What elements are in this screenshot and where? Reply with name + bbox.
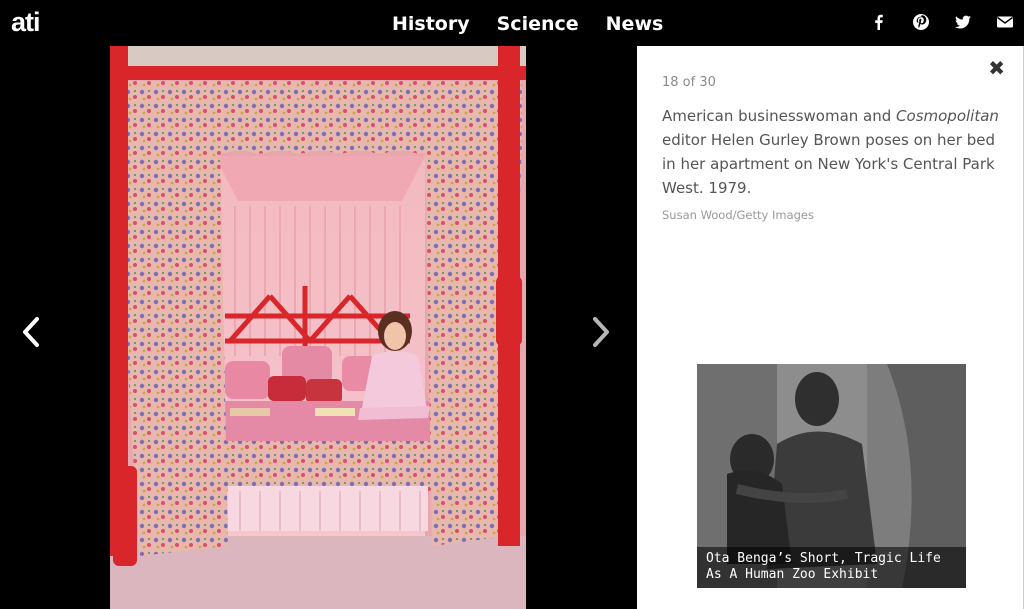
- next-arrow-icon[interactable]: [590, 316, 612, 348]
- caption-text-end: editor Helen Gurley Brown poses on her b…: [662, 131, 995, 197]
- twitter-icon[interactable]: [954, 13, 972, 31]
- gallery-photo: [110, 46, 526, 609]
- photo-credit: Susan Wood/Getty Images: [662, 208, 814, 222]
- nav-news[interactable]: News: [606, 13, 664, 35]
- slide-counter: 18 of 30: [662, 75, 716, 90]
- social-links: [870, 13, 1014, 31]
- caption-text-start: American businesswoman and: [662, 107, 897, 125]
- previous-arrow-icon[interactable]: [20, 316, 42, 348]
- pinterest-icon[interactable]: [912, 13, 930, 31]
- bedroom-photo-illustration: [110, 46, 526, 609]
- email-icon[interactable]: [996, 13, 1014, 31]
- facebook-icon[interactable]: [870, 13, 888, 31]
- nav-history[interactable]: History: [392, 13, 470, 35]
- caption-panel: ✖ 18 of 30 American businesswoman and Co…: [637, 46, 1024, 609]
- close-icon[interactable]: ✖: [988, 56, 1005, 80]
- related-article-card[interactable]: Ota Benga’s Short, Tragic Life As A Huma…: [697, 364, 966, 588]
- gallery-stage: [0, 46, 637, 609]
- related-article-title: Ota Benga’s Short, Tragic Life As A Huma…: [697, 547, 966, 588]
- photo-caption: American businesswoman and Cosmopolitan …: [662, 104, 1007, 200]
- site-logo[interactable]: ati: [11, 7, 40, 38]
- main-nav: History Science News: [392, 13, 663, 35]
- top-bar: ati History Science News: [0, 0, 1024, 46]
- nav-science[interactable]: Science: [497, 13, 579, 35]
- caption-magazine-name: Cosmopolitan: [896, 107, 999, 125]
